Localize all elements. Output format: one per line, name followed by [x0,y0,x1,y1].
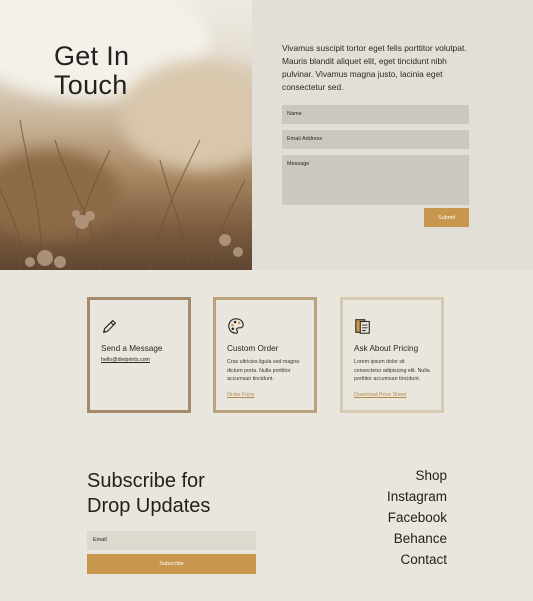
pencil-icon [102,319,117,334]
card-title: Custom Order [227,344,279,353]
footer-link-instagram[interactable]: Instagram [387,486,447,507]
footer-link-facebook[interactable]: Facebook [387,507,447,528]
intro-text: Vivamus suscipit tortor eget felis portt… [282,43,467,92]
contact-hero: Get In Touch Vivamus suscipit tortor ege… [0,0,533,270]
hero-photo: Get In Touch [0,0,252,270]
name-field[interactable]: Name [282,105,469,124]
footer-nav: Shop Instagram Facebook Behance Contact [387,465,447,570]
name-field-placeholder: Name [287,111,302,117]
clipboard-icon [355,319,370,334]
footer-link-contact[interactable]: Contact [387,549,447,570]
card-pricing: Ask About Pricing Lorem ipsum dolor sit … [340,297,444,413]
subscribe-title: Subscribe for Drop Updates [87,470,211,517]
card-send-message: Send a Message hello@diviprints.com [87,297,191,413]
palette-icon [228,318,244,334]
order-form-link[interactable]: Order Form [227,392,303,398]
contact-cards: Send a Message hello@diviprints.com Cust… [0,297,533,417]
card-title: Ask About Pricing [354,344,419,353]
page-title: Get In Touch [54,41,130,100]
email-field-placeholder: Email Address [287,136,323,142]
card-body: Cras ultricies ligula sed magna dictum p… [227,359,300,383]
card-title: Send a Message [101,344,163,353]
card-body: Lorem ipsum dolor sit consectetur adipis… [354,359,430,383]
message-field-placeholder: Message [287,161,310,167]
subscribe-email-field[interactable]: Email [87,531,256,550]
contact-form-panel: Vivamus suscipit tortor eget felis portt… [252,0,533,270]
email-link[interactable]: hello@diviprints.com [101,357,177,363]
footer-link-shop[interactable]: Shop [387,465,447,486]
submit-button[interactable]: Submit [424,208,469,227]
email-field[interactable]: Email Address [282,130,469,149]
price-sheet-link[interactable]: Download Price Sheet [354,392,430,398]
card-custom-order: Custom Order Cras ultricies ligula sed m… [213,297,317,413]
message-field[interactable]: Message [282,155,469,205]
footer-link-behance[interactable]: Behance [387,528,447,549]
subscribe-button[interactable]: Subscribe [87,554,256,574]
subscribe-email-placeholder: Email [93,537,107,543]
